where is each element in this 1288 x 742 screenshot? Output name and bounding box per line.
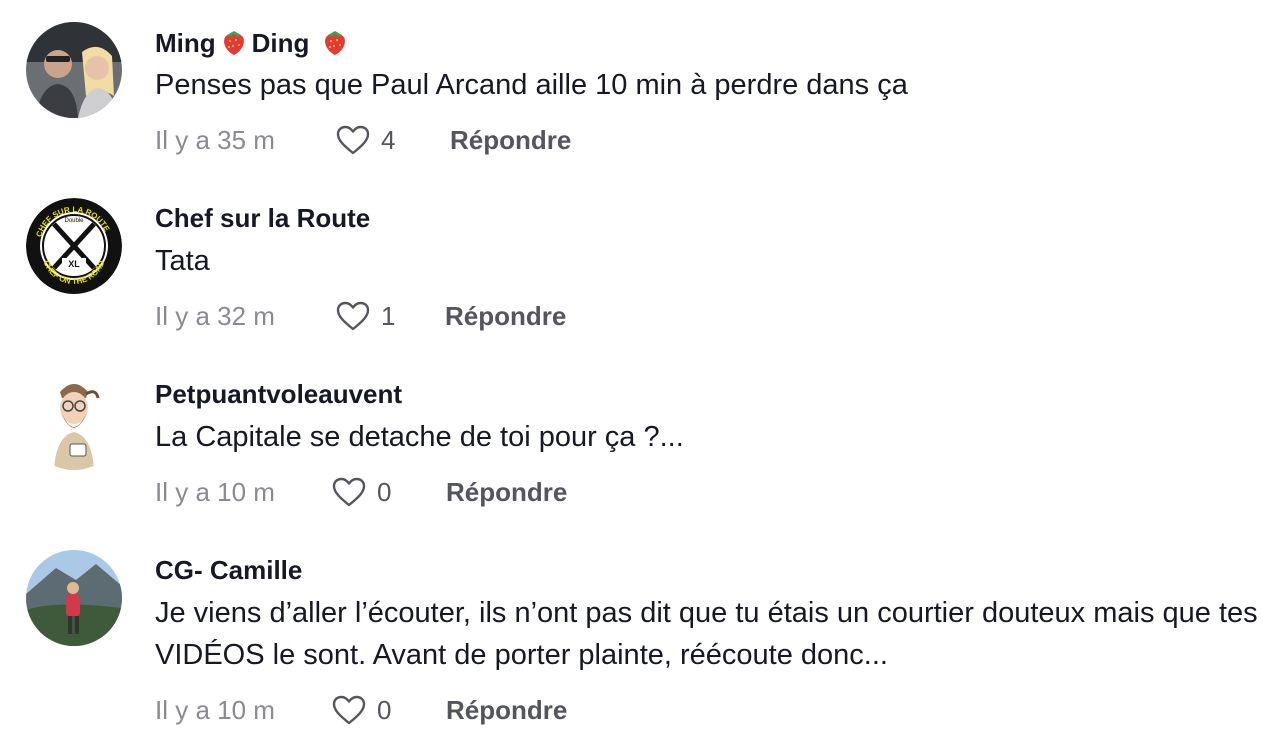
username[interactable]: CG- Camille bbox=[155, 554, 302, 586]
heart-outline-icon[interactable] bbox=[331, 694, 367, 726]
reply-button[interactable]: Répondre bbox=[450, 125, 571, 156]
like-count: 0 bbox=[377, 694, 392, 725]
comment-text: Penses pas que Paul Arcand aille 10 min … bbox=[155, 69, 908, 101]
comment-time: Il y a 10 m bbox=[155, 476, 275, 507]
reply-button[interactable]: Répondre bbox=[445, 301, 566, 332]
comment-time: Il y a 32 m bbox=[155, 300, 275, 331]
comment-text: Tata bbox=[155, 245, 210, 277]
reply-button[interactable]: Répondre bbox=[446, 695, 567, 726]
heart-outline-icon[interactable] bbox=[331, 476, 367, 508]
like-button[interactable]: 0 bbox=[331, 476, 446, 508]
avatar-xl-label: XL bbox=[68, 259, 80, 269]
avatar-double-label: Double bbox=[64, 218, 84, 224]
comment-meta: Il y a 35 m 4 Répondre bbox=[155, 120, 571, 160]
comment-text: La Capitale se detache de toi pour ça ?.… bbox=[155, 421, 684, 453]
avatar[interactable] bbox=[26, 374, 122, 470]
username[interactable]: Ming Ding bbox=[155, 26, 353, 59]
comment-meta: Il y a 32 m 1 Répondre bbox=[155, 296, 566, 336]
avatar[interactable]: XL Double CHEF SUR LA ROUTE CHEF ON THE … bbox=[26, 198, 122, 294]
heart-outline-icon[interactable] bbox=[335, 300, 371, 332]
like-button[interactable]: 1 bbox=[335, 300, 445, 332]
username-part1[interactable]: Ming bbox=[155, 28, 216, 58]
like-button[interactable]: 4 bbox=[335, 124, 450, 156]
username[interactable]: Petpuantvoleauvent bbox=[155, 378, 402, 410]
comment-meta: Il y a 10 m 0 Répondre bbox=[155, 690, 567, 730]
avatar[interactable] bbox=[26, 22, 122, 118]
comment-time: Il y a 35 m bbox=[155, 124, 275, 155]
comment-time: Il y a 10 m bbox=[155, 694, 275, 725]
username[interactable]: Chef sur la Route bbox=[155, 202, 370, 234]
username-part2[interactable]: Ding bbox=[252, 28, 310, 58]
comment-meta: Il y a 10 m 0 Répondre bbox=[155, 472, 567, 512]
comment-text: Je viens d’aller l’écouter, ils n’ont pa… bbox=[155, 597, 1258, 671]
strawberry-icon bbox=[325, 31, 346, 55]
reply-button[interactable]: Répondre bbox=[446, 477, 567, 508]
like-count: 0 bbox=[377, 476, 392, 507]
avatar[interactable] bbox=[26, 550, 122, 646]
like-button[interactable]: 0 bbox=[331, 694, 446, 726]
like-count: 1 bbox=[381, 300, 396, 331]
heart-outline-icon[interactable] bbox=[335, 124, 371, 156]
strawberry-icon bbox=[223, 31, 244, 55]
like-count: 4 bbox=[381, 124, 396, 155]
